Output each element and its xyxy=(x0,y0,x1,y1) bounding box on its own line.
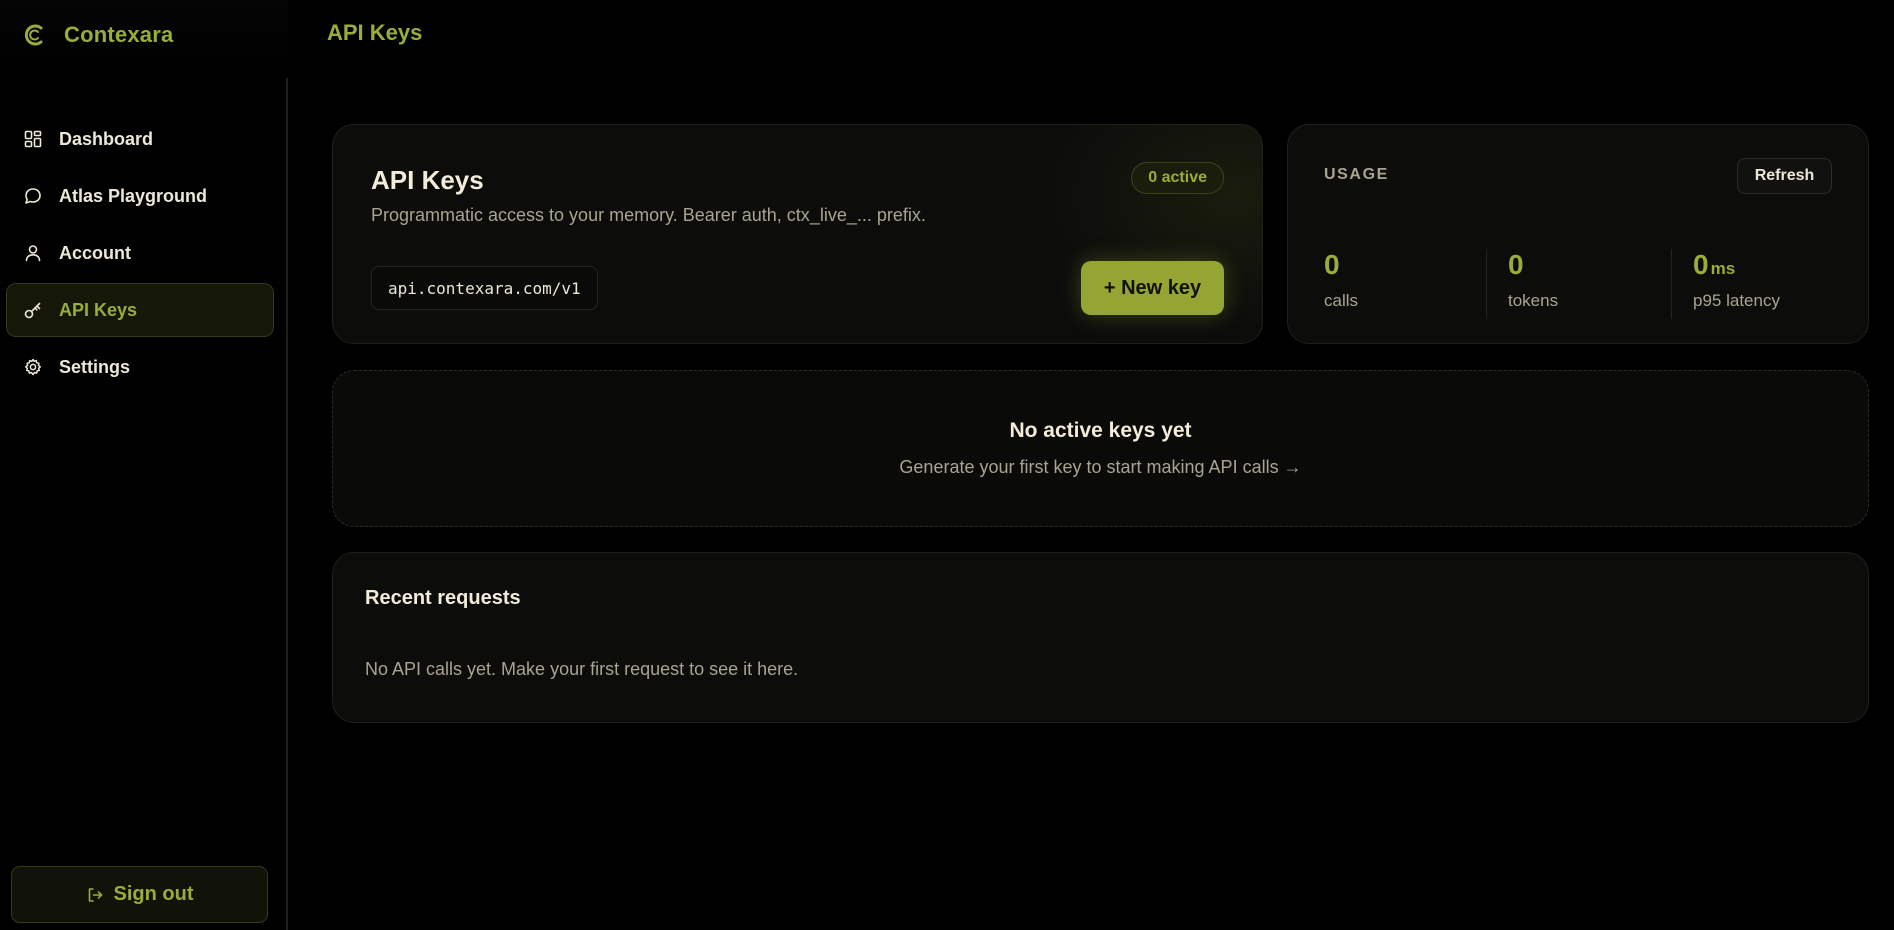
api-keys-card: API Keys Programmatic access to your mem… xyxy=(332,124,1263,344)
stat-label: p95 latency xyxy=(1693,291,1780,310)
empty-state-title: No active keys yet xyxy=(1009,419,1192,442)
empty-state-subtitle: Generate your first key to start making … xyxy=(899,457,1302,477)
sidebar-item-account[interactable]: Account xyxy=(6,226,274,280)
stat-unit: ms xyxy=(1710,259,1736,278)
stat-calls: 0 calls xyxy=(1324,249,1358,319)
stat-tokens: 0 tokens xyxy=(1508,249,1558,319)
api-keys-card-title: API Keys xyxy=(371,165,484,195)
sidebar-item-label: API Keys xyxy=(59,299,138,320)
stat-label: tokens xyxy=(1508,291,1559,310)
refresh-button[interactable]: Refresh xyxy=(1737,158,1832,194)
sign-out-label: Sign out xyxy=(113,883,194,905)
active-keys-badge: 0 active xyxy=(1131,162,1224,194)
stat-p95-latency: 0 ms p95 latency xyxy=(1693,249,1780,319)
page-title: API Keys xyxy=(327,20,423,45)
gear-icon xyxy=(23,357,43,377)
brand-name: Contexara xyxy=(64,22,174,47)
recent-requests-empty-text: No API calls yet. Make your first reques… xyxy=(365,659,799,679)
chat-bubble-icon xyxy=(23,186,43,206)
grid-icon xyxy=(23,129,43,149)
sidebar-item-settings[interactable]: Settings xyxy=(6,340,274,394)
app-root: Contexara Dashboard Atlas Playground Acc… xyxy=(0,0,1894,930)
brand[interactable]: Contexara xyxy=(0,0,288,78)
sidebar-item-label: Dashboard xyxy=(59,128,154,149)
new-key-button[interactable]: + New key xyxy=(1081,261,1224,315)
recent-requests-card: Recent requests No API calls yet. Make y… xyxy=(332,552,1869,723)
api-endpoint-url[interactable]: api.contexara.com/v1 xyxy=(371,266,598,310)
sidebar-item-dashboard[interactable]: Dashboard xyxy=(6,112,274,166)
stat-value: 0 xyxy=(1693,249,1709,280)
stat-label: calls xyxy=(1324,291,1359,310)
sidebar-item-api-keys[interactable]: API Keys xyxy=(6,283,274,337)
contexara-logo-icon xyxy=(22,22,48,48)
recent-requests-title: Recent requests xyxy=(365,587,521,609)
user-icon xyxy=(23,243,43,263)
api-keys-card-subtitle: Programmatic access to your memory. Bear… xyxy=(371,205,926,225)
sidebar-item-label: Settings xyxy=(59,356,131,377)
sidebar-item-atlas-playground[interactable]: Atlas Playground xyxy=(6,169,274,223)
stat-value: 0 xyxy=(1508,249,1524,280)
sidebar-nav: Dashboard Atlas Playground Account API K… xyxy=(6,112,274,397)
stat-divider xyxy=(1486,249,1487,319)
logout-icon xyxy=(86,886,104,904)
stat-value: 0 xyxy=(1324,249,1340,280)
sidebar: Contexara Dashboard Atlas Playground Acc… xyxy=(0,0,288,930)
sign-out-button[interactable]: Sign out xyxy=(11,866,268,923)
stat-divider xyxy=(1671,249,1672,319)
sidebar-item-label: Account xyxy=(59,242,131,263)
usage-title: USAGE xyxy=(1324,166,1389,183)
key-icon xyxy=(23,300,43,320)
usage-card: USAGE Refresh 0 calls 0 tokens 0 ms p95 l… xyxy=(1287,124,1869,344)
sidebar-item-label: Atlas Playground xyxy=(59,185,208,206)
empty-keys-panel: No active keys yet Generate your first k… xyxy=(332,370,1869,527)
